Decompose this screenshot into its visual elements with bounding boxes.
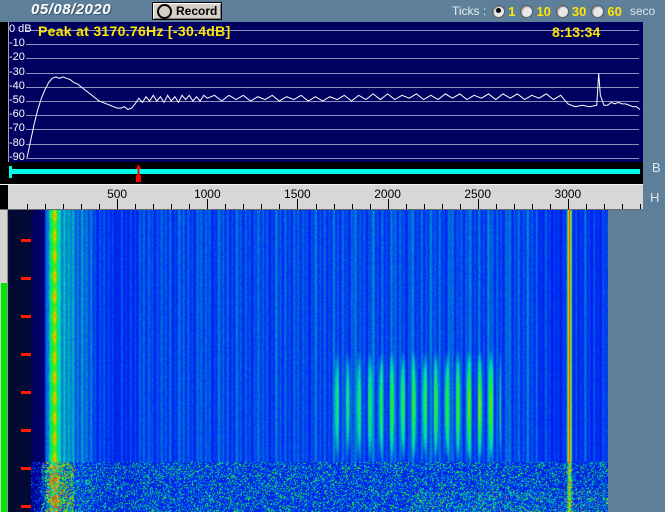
circle-icon [157, 4, 172, 19]
bandwidth-range-bar[interactable] [10, 169, 640, 174]
seconds-label: seco [630, 4, 655, 18]
bandwidth-bar-panel[interactable] [0, 162, 643, 184]
ticks-radio-60[interactable]: 60 [591, 4, 621, 19]
ruler-minor-tick [27, 204, 28, 209]
ruler-minor-tick [279, 204, 280, 209]
clock-readout: 8:13:34 [552, 24, 600, 40]
spectrogram-time-rail [9, 210, 31, 512]
ruler-minor-tick [153, 204, 154, 209]
date-display: 05/08/2020 [31, 1, 111, 18]
spectrum-plot-panel[interactable]: 0 dB-10-20-30-40-50-60-70-80-90 Peak at … [0, 22, 643, 162]
ruler-minor-tick [532, 204, 533, 209]
ruler-label: 1500 [284, 187, 311, 201]
bandwidth-side-label: B [652, 160, 661, 175]
ruler-label: 500 [107, 187, 127, 201]
ticks-label: Ticks : [452, 4, 486, 18]
radio-dot-icon [556, 5, 569, 18]
ruler-minor-tick [81, 204, 82, 209]
frequency-cursor-marker[interactable] [133, 164, 144, 182]
ticks-radio-30[interactable]: 30 [556, 4, 586, 19]
hz-side-label: H [650, 190, 659, 205]
ruler-minor-tick [604, 204, 605, 209]
ruler-minor-tick [622, 204, 623, 209]
ticks-radio-10-label: 10 [536, 4, 550, 19]
radio-dot-icon [520, 5, 533, 18]
ruler-minor-tick [406, 204, 407, 209]
ruler-minor-tick [243, 204, 244, 209]
ruler-minor-tick [261, 204, 262, 209]
ticks-radio-1-label: 1 [508, 4, 515, 19]
ruler-minor-tick [460, 204, 461, 209]
right-side-strip [643, 22, 665, 210]
ticks-radio-1[interactable]: 1 [492, 4, 515, 19]
peak-readout: Peak at 3170.76Hz [-30.4dB] [38, 23, 231, 39]
spectrogram-panel[interactable] [0, 210, 608, 512]
spectrogram-scrollbar-thumb[interactable] [1, 283, 7, 512]
ruler-minor-tick [171, 204, 172, 209]
radio-dot-icon [591, 5, 604, 18]
ruler-minor-tick [424, 204, 425, 209]
ruler-left-edge [0, 185, 8, 210]
ruler-minor-tick [99, 204, 100, 209]
record-button[interactable]: Record [152, 2, 222, 20]
ruler-minor-tick [45, 204, 46, 209]
top-toolbar: 05/08/2020 Record Ticks : 1 10 30 60 [0, 0, 665, 22]
ruler-minor-tick [370, 204, 371, 209]
ruler-minor-tick [316, 204, 317, 209]
ticks-radio-10[interactable]: 10 [520, 4, 550, 19]
ruler-label: 3000 [555, 187, 582, 201]
ruler-label: 1000 [194, 187, 221, 201]
record-button-label: Record [176, 5, 217, 17]
radio-dot-icon [492, 5, 505, 18]
ruler-minor-tick [189, 204, 190, 209]
ruler-label: 2000 [374, 187, 401, 201]
ticks-control-group: Ticks : 1 10 30 60 seco [452, 2, 655, 20]
spectrogram-waterfall[interactable] [31, 210, 608, 512]
ticks-radio-30-label: 30 [572, 4, 586, 19]
spectrogram-scrollbar[interactable] [0, 210, 8, 512]
right-pane-background [608, 210, 665, 512]
ruler-minor-tick [442, 204, 443, 209]
spectrum-trace [0, 22, 643, 162]
ruler-minor-tick [496, 204, 497, 209]
frequency-ruler[interactable]: 500 1000 1500 2000 2500 3000 [0, 184, 643, 210]
ruler-minor-tick [135, 204, 136, 209]
spectrum-analyzer-window: 05/08/2020 Record Ticks : 1 10 30 60 [0, 0, 665, 512]
ruler-minor-tick [586, 204, 587, 209]
ruler-minor-tick [225, 204, 226, 209]
ruler-label: 2500 [464, 187, 491, 201]
ruler-minor-tick [640, 204, 641, 209]
ruler-minor-tick [334, 204, 335, 209]
ruler-minor-tick [514, 204, 515, 209]
ruler-minor-tick [550, 204, 551, 209]
ruler-minor-tick [352, 204, 353, 209]
ticks-radio-60-label: 60 [607, 4, 621, 19]
ruler-minor-tick [63, 204, 64, 209]
